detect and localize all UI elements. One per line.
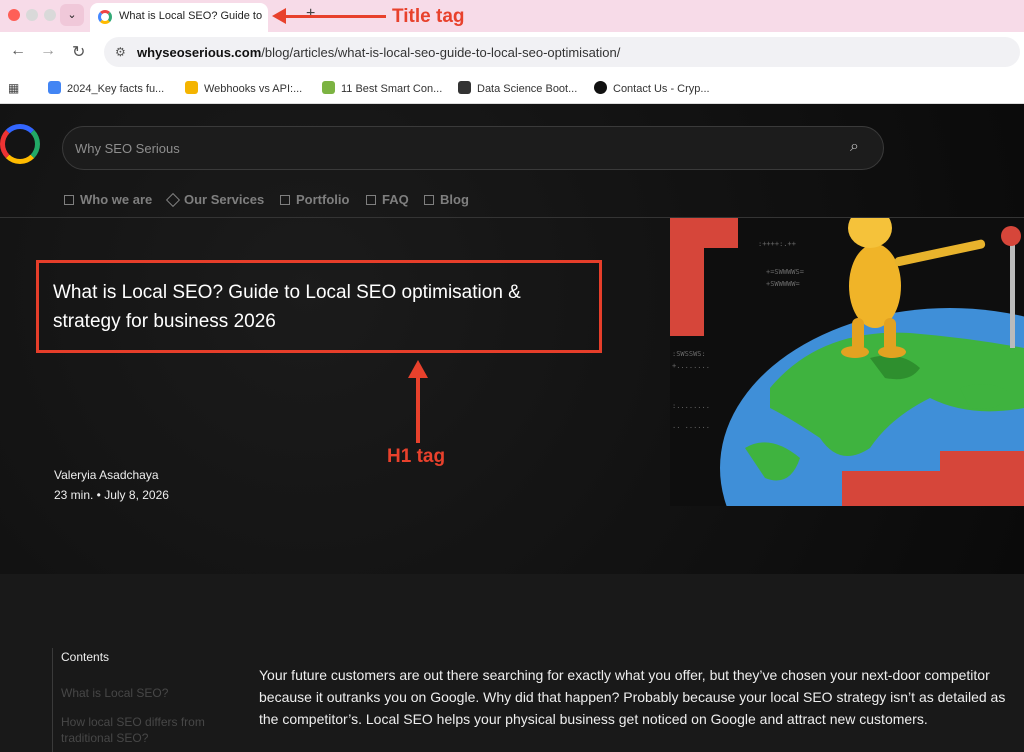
url-domain: whyseoserious.com (137, 45, 262, 60)
bookmark-favicon-icon (458, 81, 471, 94)
tab-bar: ⌄ What is Local SEO? Guide to Local SEO … (0, 0, 1024, 32)
bookmark-item[interactable]: Webhooks vs API:... (185, 81, 302, 95)
image-icon (280, 195, 290, 205)
apps-grid-icon[interactable]: ▦ (8, 81, 19, 95)
title-tag-annotation: Title tag (392, 6, 465, 27)
svg-text:+=SWWWWS=: +=SWWWWS= (766, 268, 804, 276)
close-window-button[interactable] (8, 9, 20, 21)
bookmark-item[interactable]: 2024_Key facts fu... (48, 81, 164, 95)
svg-text::SWSSWS:: :SWSSWS: (672, 350, 706, 358)
toc-item[interactable]: How local SEO differs from traditional S… (61, 714, 231, 746)
bookmark-item[interactable]: 11 Best Smart Con... (322, 81, 442, 95)
back-icon[interactable]: ← (10, 42, 26, 60)
bookmarks-bar: ▦ 2024_Key facts fu... Webhooks vs API:.… (0, 72, 1024, 104)
toc-title: Contents (61, 650, 110, 664)
h1-tag-arrow (416, 375, 420, 443)
address-bar-row: ← → ↻ ⚙ whyseoserious.com/blog/articles/… (0, 32, 1024, 72)
globe-illustration: :++++:.++ +=SWWWWS= +SWWWWW= :SWSSWS: +.… (670, 218, 1024, 506)
h1-tag-annotation: H1 tag (387, 446, 446, 467)
forward-icon[interactable]: → (40, 42, 56, 60)
reload-icon[interactable]: ↻ (72, 42, 85, 62)
new-tab-button[interactable]: + (306, 5, 315, 23)
bookmark-item[interactable]: Data Science Boot... (458, 81, 577, 95)
search-icon[interactable]: ⌕ (850, 138, 859, 156)
hero-section: Why SEO Serious ⌕ Who we are Our Service… (0, 104, 1024, 574)
search-placeholder: Why SEO Serious (75, 141, 180, 156)
svg-text::++++:.++: :++++:.++ (758, 240, 796, 248)
site-favicon-icon (98, 10, 112, 24)
title-tag-arrow (282, 15, 386, 18)
tag-icon (165, 192, 181, 208)
minimize-window-button[interactable] (26, 9, 38, 21)
browser-chrome: ⌄ What is Local SEO? Guide to Local SEO … (0, 0, 1024, 104)
nav-blog[interactable]: Blog (424, 192, 469, 207)
doc-icon (48, 81, 61, 94)
url-text: whyseoserious.com/blog/articles/what-is-… (137, 45, 620, 60)
svg-text:+........: +........ (672, 362, 710, 370)
nav-portfolio[interactable]: Portfolio (280, 192, 349, 207)
toc-divider (52, 648, 53, 752)
svg-text:+SWWWWW=: +SWWWWW= (766, 280, 800, 288)
webpage: Why SEO Serious ⌕ Who we are Our Service… (0, 104, 1024, 752)
bookmark-favicon-icon (594, 81, 607, 94)
tab-search-button[interactable]: ⌄ (60, 4, 84, 26)
browser-tab[interactable]: What is Local SEO? Guide to Local SEO (90, 3, 268, 32)
bookmark-item[interactable]: Contact Us - Cryp... (594, 81, 710, 95)
article-intro-paragraph: Your future customers are out there sear… (259, 667, 1006, 727)
nav-our-services[interactable]: Our Services (165, 192, 264, 208)
site-search-input[interactable]: Why SEO Serious ⌕ (62, 126, 884, 170)
bookmark-favicon-icon (322, 81, 335, 94)
bookmark-favicon-icon (185, 81, 198, 94)
maximize-window-button[interactable] (44, 9, 56, 21)
tab-title: What is Local SEO? Guide to Local SEO (119, 10, 264, 22)
url-bar[interactable]: ⚙ whyseoserious.com/blog/articles/what-i… (104, 37, 1020, 67)
svg-text::........: :........ (672, 402, 710, 410)
nav-faq[interactable]: FAQ (366, 192, 409, 207)
article-meta: 23 min. • July 8, 2026 (54, 488, 169, 502)
hero-illustration: :++++:.++ +=SWWWWS= +SWWWWW= :SWSSWS: +.… (670, 218, 1024, 506)
page-icon (64, 195, 74, 205)
question-icon (366, 195, 376, 205)
article-title: What is Local SEO? Guide to Local SEO op… (53, 282, 521, 332)
newspaper-icon (424, 195, 434, 205)
article-author: Valeryia Asadchaya (54, 468, 159, 482)
site-settings-icon[interactable]: ⚙ (115, 45, 126, 59)
toc-item[interactable]: What is Local SEO? (61, 685, 231, 701)
site-logo-icon[interactable] (0, 124, 40, 164)
svg-text:.. ......: .. ...... (672, 422, 710, 430)
url-path: /blog/articles/what-is-local-seo-guide-t… (261, 45, 621, 60)
nav-who-we-are[interactable]: Who we are (64, 192, 152, 207)
